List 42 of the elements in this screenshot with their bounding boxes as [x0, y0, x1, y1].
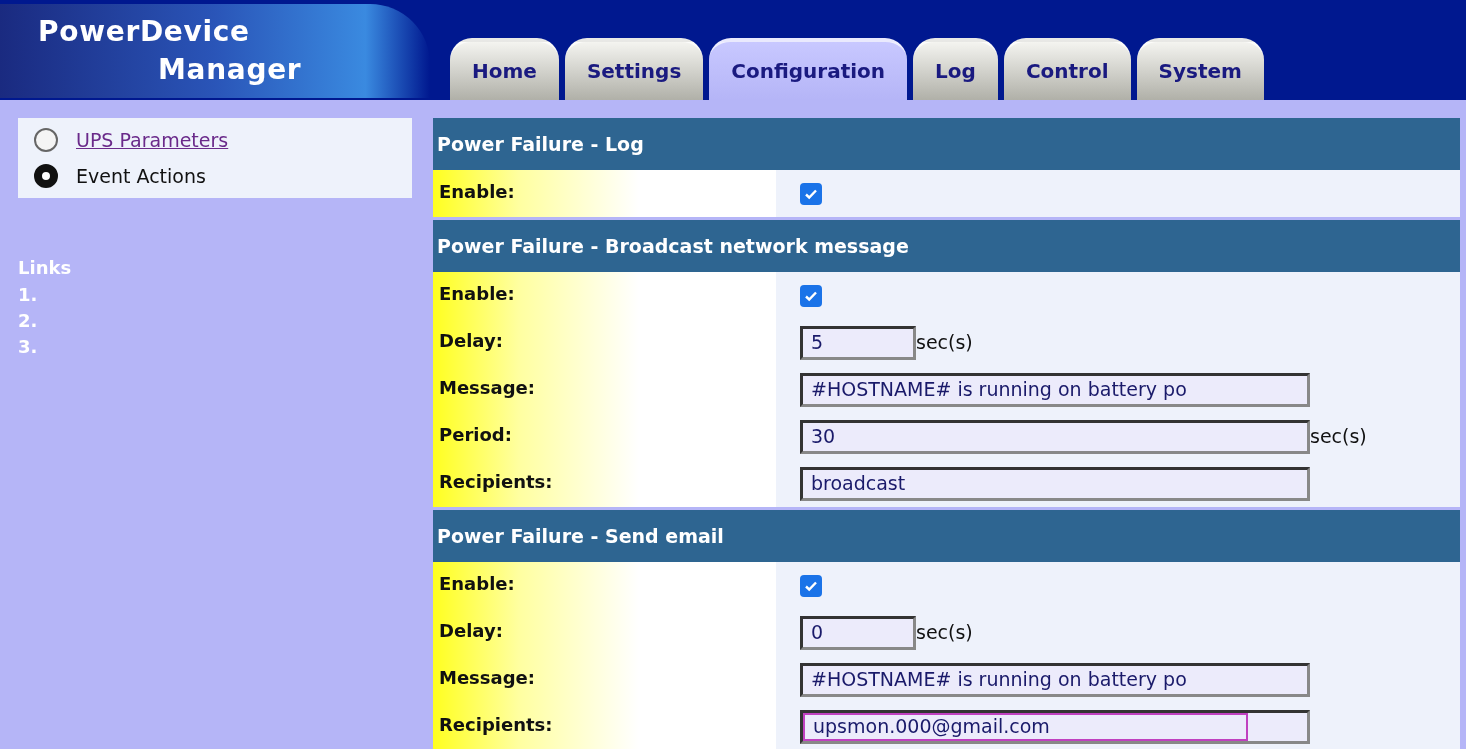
nav-tab[interactable]: Settings [564, 38, 704, 100]
label-cell: Enable: [433, 170, 776, 217]
label-cell: Message: [433, 366, 776, 413]
link-number: 1. [18, 283, 39, 307]
nav-tab[interactable]: System [1136, 38, 1264, 100]
nav-tab[interactable]: Configuration [709, 38, 908, 100]
input-field[interactable]: upsmon.000@gmail.com [800, 709, 1310, 744]
label-cell: Period: [433, 413, 776, 460]
input-field[interactable]: #HOSTNAME# is running on battery po [800, 372, 1310, 407]
nav-tab[interactable]: Home [450, 38, 559, 100]
nav-tab[interactable]: Control [1003, 38, 1131, 100]
label-cell: Recipients: [433, 460, 776, 507]
unit-label: sec(s) [916, 330, 973, 356]
links-title: Links [18, 256, 73, 280]
input-field[interactable]: 0 [800, 615, 916, 650]
logo-text: PowerDevice [38, 14, 251, 50]
link-number: 2. [18, 309, 39, 333]
checkbox[interactable] [800, 182, 822, 205]
label-cell: Recipients: [433, 703, 776, 749]
input-field[interactable]: 5 [800, 325, 916, 360]
label-cell: Enable: [433, 562, 776, 609]
sidebar-link[interactable]: UPS Parameters [76, 125, 229, 155]
checkbox[interactable] [800, 574, 822, 597]
section-header: Power Failure - Log [433, 118, 1460, 170]
section-header: Power Failure - Send email [433, 510, 1460, 562]
logo-text: Manager [157, 52, 303, 88]
sidebar-item[interactable]: Event Actions [76, 161, 206, 191]
nav-tab[interactable]: Log [913, 38, 998, 100]
label-cell: Enable: [433, 272, 776, 319]
label-cell: Delay: [433, 319, 776, 366]
unit-label: sec(s) [1310, 424, 1367, 450]
radio-button[interactable] [34, 128, 58, 152]
checkbox[interactable] [800, 284, 822, 307]
input-field[interactable]: broadcast [800, 466, 1310, 501]
link-number: 3. [18, 335, 39, 359]
input-field[interactable]: 30 [800, 419, 1310, 454]
unit-label: sec(s) [916, 620, 973, 646]
label-cell: Message: [433, 656, 776, 703]
section-header: Power Failure - Broadcast network message [433, 220, 1460, 272]
radio-button[interactable] [34, 164, 58, 188]
label-cell: Delay: [433, 609, 776, 656]
input-field[interactable]: #HOSTNAME# is running on battery po [800, 662, 1310, 697]
